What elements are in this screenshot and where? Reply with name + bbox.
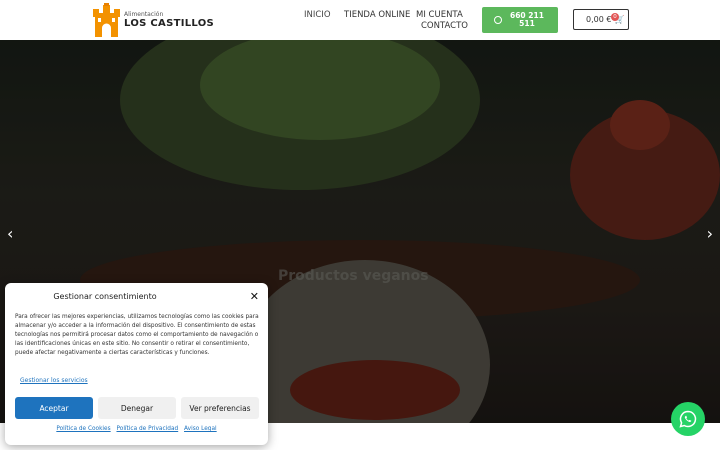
consent-title: Gestionar consentimiento [53, 292, 157, 301]
accept-button[interactable]: Aceptar [15, 397, 93, 419]
nav-item-contacto[interactable]: CONTACTO [421, 21, 468, 31]
brand-name: LOS CASTILLOS [124, 17, 215, 29]
whatsapp-float-button[interactable] [671, 402, 705, 436]
nav-item-inicio[interactable]: INICIO [304, 10, 331, 20]
site-header: Alimentación LOS CASTILLOS INICIO TIENDA… [0, 0, 720, 40]
privacy-policy-link[interactable]: Política de Privacidad [116, 426, 178, 432]
deny-button[interactable]: Denegar [98, 397, 176, 419]
brand-logo[interactable]: Alimentación LOS CASTILLOS [93, 3, 214, 37]
slider-prev-arrow[interactable]: ‹ [7, 224, 13, 243]
slider-next-arrow[interactable]: › [707, 224, 713, 243]
view-preferences-button[interactable]: Ver preferencias [181, 397, 259, 419]
phone-number-line2: 511 [519, 19, 535, 28]
manage-services-link[interactable]: Gestionar los servicios [20, 377, 88, 384]
nav-item-mi-cuenta[interactable]: MI CUENTA [416, 10, 463, 20]
cookie-consent-dialog: Gestionar consentimiento ✕ Para ofrecer … [5, 283, 268, 445]
whatsapp-icon [679, 410, 697, 428]
cookie-policy-link[interactable]: Política de Cookies [56, 426, 110, 432]
brand-subtitle: Alimentación [124, 10, 164, 18]
legal-notice-link[interactable]: Aviso Legal [184, 426, 217, 432]
whatsapp-phone-button[interactable]: 660 211 511 [482, 7, 558, 33]
whatsapp-icon [494, 16, 502, 24]
close-icon[interactable]: ✕ [250, 290, 259, 303]
cart-button[interactable]: 0,00 € 🛒 0 [573, 9, 629, 30]
castle-logo-icon [93, 3, 120, 37]
consent-body-text: Para ofrecer las mejores experiencias, u… [15, 314, 259, 356]
hero-title: Productos veganos [278, 268, 429, 284]
cart-count-badge: 0 [611, 13, 619, 21]
cart-total: 0,00 € [586, 15, 612, 24]
nav-item-tienda-online[interactable]: TIENDA ONLINE [344, 10, 410, 20]
consent-footer-links: Política de Cookies Política de Privacid… [5, 426, 268, 432]
